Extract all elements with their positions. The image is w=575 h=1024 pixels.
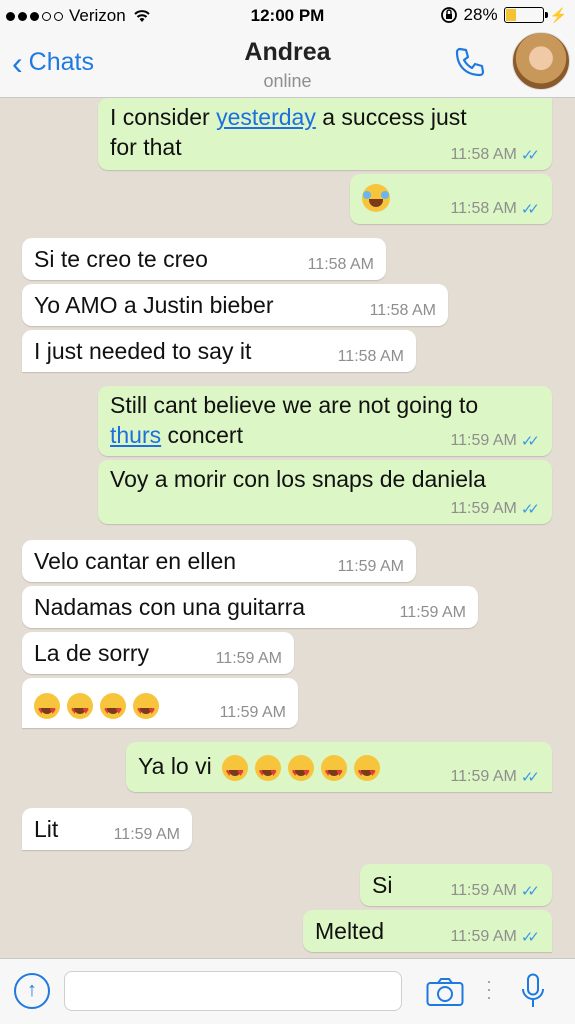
composer-bar: ↑ · · · [0, 958, 575, 1024]
message-bubble-incoming[interactable]: Nadamas con una guitarra 11:59 AM [22, 586, 478, 628]
avatar[interactable] [512, 32, 570, 90]
message-time: 11:59 AM [219, 704, 286, 721]
message-time: 11:59 AM [337, 558, 404, 575]
message-bubble-incoming[interactable]: I just needed to say it 11:58 AM [22, 330, 416, 372]
status-bar: Verizon 12:00 PM 28% ⚡ [0, 0, 575, 32]
charging-icon: ⚡ [549, 6, 567, 23]
message-list[interactable]: I consider yesterday a success just for … [0, 98, 575, 958]
heart-eyes-emoji [133, 692, 159, 726]
heart-eyes-emoji [254, 754, 281, 788]
message-bubble-incoming[interactable]: Yo AMO a Justin bieber 11:58 AM [22, 284, 448, 326]
heart-eyes-emoji [221, 754, 248, 788]
message-time: 11:58 AM [307, 256, 374, 273]
message-bubble-outgoing[interactable]: Voy a morir con los snaps de daniela 11:… [98, 460, 552, 524]
message-text: I consider [110, 104, 217, 130]
message-bubble-incoming[interactable]: 11:59 AM [22, 678, 298, 728]
message-text: Ya lo vi [138, 753, 212, 779]
battery-percent: 28% [463, 5, 498, 24]
message-time: 11:59 AM [450, 768, 517, 785]
battery-icon [503, 7, 548, 23]
message-bubble-outgoing[interactable]: Si 11:59 AM ✓✓ [360, 864, 552, 906]
date-link[interactable]: thurs [110, 422, 161, 448]
heart-eyes-emoji [34, 692, 60, 726]
message-time: 11:58 AM [337, 348, 404, 365]
message-bubble-incoming[interactable]: Si te creo te creo 11:58 AM [22, 238, 386, 280]
message-text: Still cant believe we are not going to [110, 392, 479, 418]
message-bubble-outgoing[interactable]: Melted 11:59 AM ✓✓ [303, 910, 552, 952]
message-text: Voy a morir con los snaps de daniela [110, 466, 486, 492]
phone-icon[interactable] [452, 44, 488, 80]
read-ticks-icon: ✓✓ [520, 433, 540, 450]
message-time: 11:59 AM [215, 650, 282, 667]
read-ticks-icon: ✓✓ [520, 147, 540, 164]
lock-rotation-icon [440, 7, 457, 23]
read-ticks-icon: ✓✓ [520, 883, 540, 900]
microphone-icon[interactable] [520, 973, 546, 1009]
message-bubble-outgoing[interactable]: I consider yesterday a success just for … [98, 98, 552, 170]
message-time: 11:59 AM [450, 432, 517, 449]
read-ticks-icon: ✓✓ [520, 929, 540, 946]
message-bubble-incoming[interactable]: La de sorry 11:59 AM [22, 632, 294, 674]
heart-eyes-emoji [67, 692, 93, 726]
message-text: a success just [315, 104, 467, 130]
message-bubble-outgoing[interactable]: Ya lo vi 11:59 AM✓✓ [126, 742, 552, 792]
more-icon[interactable]: · · · [486, 972, 492, 1006]
message-bubble-outgoing[interactable]: 11:58 AM ✓✓ [350, 174, 552, 224]
heart-eyes-emoji [353, 754, 380, 788]
message-time: 11:59 AM [399, 604, 466, 621]
message-bubble-incoming[interactable]: Velo cantar en ellen 11:59 AM [22, 540, 416, 582]
message-time: 11:59 AM [450, 500, 517, 517]
contact-status: online [263, 71, 312, 91]
camera-icon[interactable] [426, 977, 464, 1007]
message-bubble-incoming[interactable]: Lit 11:59 AM [22, 808, 192, 850]
read-ticks-icon: ✓✓ [520, 501, 540, 518]
message-time: 11:59 AM [450, 928, 517, 945]
heart-eyes-emoji [320, 754, 347, 788]
read-ticks-icon: ✓✓ [520, 769, 540, 786]
read-ticks-icon: ✓✓ [520, 201, 540, 218]
message-time: 11:59 AM [113, 826, 180, 843]
message-text: concert [161, 422, 243, 448]
message-time: 11:58 AM [369, 302, 436, 319]
heart-eyes-emoji [287, 754, 314, 788]
upload-icon[interactable]: ↑ [14, 973, 50, 1009]
message-time: 11:58 AM [450, 146, 517, 163]
chat-header: ‹ Chats Andrea online [0, 32, 575, 98]
joy-emoji [362, 184, 390, 212]
contact-name: Andrea [244, 38, 331, 66]
message-time: 11:58 AM [450, 200, 517, 217]
message-time: 11:59 AM [450, 882, 517, 899]
date-link[interactable]: yesterday [216, 104, 316, 130]
heart-eyes-emoji [100, 692, 126, 726]
message-bubble-outgoing[interactable]: Still cant believe we are not going to t… [98, 386, 552, 456]
contact-info[interactable]: Andrea online [0, 38, 575, 92]
message-input[interactable] [64, 971, 402, 1011]
